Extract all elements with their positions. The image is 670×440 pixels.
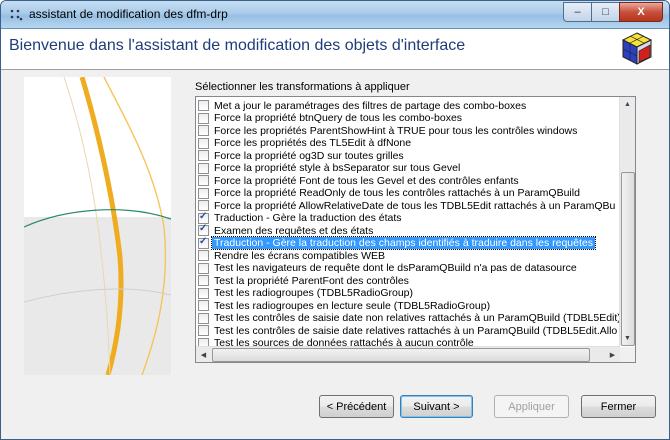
item-checkbox[interactable] <box>198 125 209 136</box>
item-checkbox[interactable] <box>198 137 209 149</box>
decorative-curves <box>24 77 171 375</box>
item-checkbox[interactable] <box>198 287 209 299</box>
horizontal-scroll-thumb[interactable] <box>212 348 590 362</box>
app-icon <box>10 9 23 21</box>
scroll-corner <box>620 347 635 362</box>
scroll-up-icon[interactable]: ▲ <box>620 97 635 112</box>
item-checkbox[interactable] <box>198 325 209 336</box>
item-checkbox[interactable] <box>198 150 209 161</box>
wizard-window: assistant de modification des dfm-drp – … <box>0 0 670 440</box>
list-item[interactable]: Rendre les écrans compatibles WEB <box>198 249 385 262</box>
transformations-checklist[interactable]: Met a jour le paramétrages des filtres d… <box>195 96 636 363</box>
item-label: Force la propriété og3D sur toutes grill… <box>214 149 404 162</box>
list-item[interactable]: Test les radiogroupes (TDBL5RadioGroup) <box>198 287 413 300</box>
list-item[interactable]: Traduction - Gère la traduction des cham… <box>198 236 596 250</box>
list-item[interactable]: Test les navigateurs de requête dont le … <box>198 262 577 275</box>
item-label: Test les contrôles de saisie date relati… <box>214 324 618 337</box>
item-checkbox[interactable] <box>198 300 209 311</box>
list-item[interactable]: Test la propriété ParentFont des contrôl… <box>198 274 409 287</box>
maximize-button[interactable]: □ <box>591 2 620 22</box>
item-checkbox[interactable] <box>198 262 209 274</box>
item-checkbox[interactable] <box>198 236 209 249</box>
scroll-down-icon[interactable]: ▼ <box>620 331 635 346</box>
window-controls: – □ X <box>563 2 663 22</box>
item-label: Met a jour le paramétrages des filtres d… <box>214 99 527 112</box>
item-checkbox[interactable] <box>198 162 209 174</box>
close-icon: X <box>637 6 645 18</box>
cube-logo-icon <box>621 32 653 65</box>
item-checkbox[interactable] <box>198 100 209 111</box>
list-item[interactable]: Traduction - Gère la traduction des état… <box>198 211 402 225</box>
close-window-button[interactable]: X <box>619 2 663 22</box>
vertical-scrollbar[interactable]: ▲ ▼ <box>619 97 635 346</box>
item-checkbox[interactable] <box>198 187 209 199</box>
item-checkbox[interactable] <box>198 211 209 224</box>
header-title: Bienvenue dans l'assistant de modificati… <box>9 37 466 54</box>
list-item[interactable]: Met a jour le paramétrages des filtres d… <box>198 99 526 112</box>
previous-button[interactable]: < Précédent <box>319 395 394 418</box>
item-label: Test les navigateurs de requête dont le … <box>214 262 577 274</box>
list-item[interactable]: Force la propriété ReadOnly de tous les … <box>198 187 580 200</box>
vertical-scroll-thumb[interactable] <box>621 172 635 346</box>
list-item[interactable]: Test les contrôles de saisie date relati… <box>198 324 617 337</box>
item-label: Test la propriété ParentFont des contrôl… <box>214 274 409 287</box>
item-label: Traduction - Gère la traduction des état… <box>214 212 402 224</box>
item-checkbox[interactable] <box>198 275 209 286</box>
item-label: Rendre les écrans compatibles WEB <box>214 249 385 262</box>
item-label: Force la propriété AllowRelativeDate de … <box>214 199 616 212</box>
window-title: assistant de modification des dfm-drp <box>29 7 228 21</box>
item-label: Force les propriétés ParentShowHint à TR… <box>214 124 578 137</box>
maximize-icon: □ <box>602 6 609 18</box>
list-item[interactable]: Force la propriété AllowRelativeDate de … <box>198 199 615 212</box>
item-checkbox[interactable] <box>198 200 209 211</box>
item-checkbox[interactable] <box>198 175 209 186</box>
item-label: Force les propriétés des TL5Edit à dfNon… <box>214 137 412 149</box>
close-button[interactable]: Fermer <box>581 395 656 418</box>
list-item[interactable]: Test les contrôles de saisie date non re… <box>198 312 621 325</box>
horizontal-scrollbar[interactable]: ◀ ▶ <box>196 346 620 362</box>
item-label: Test les radiogroupes en lecture seule (… <box>214 299 491 312</box>
wizard-header: Bienvenue dans l'assistant de modificati… <box>1 29 669 70</box>
item-label: Force la propriété ReadOnly de tous les … <box>214 187 580 199</box>
wizard-side-image <box>24 77 171 375</box>
scroll-left-icon[interactable]: ◀ <box>196 347 211 362</box>
item-label: Force la propriété style à bsSeparator s… <box>214 162 461 174</box>
apply-button[interactable]: Appliquer <box>494 395 569 418</box>
list-item[interactable]: Force les propriétés des TL5Edit à dfNon… <box>198 137 411 150</box>
minimize-icon: – <box>574 6 581 18</box>
item-label: Test les contrôles de saisie date non re… <box>214 312 621 324</box>
next-button[interactable]: Suivant > <box>400 395 473 418</box>
list-item[interactable]: Test les radiogroupes en lecture seule (… <box>198 299 490 312</box>
item-label: Examen des requêtes et des états <box>214 224 374 237</box>
list-item[interactable]: Force la propriété btnQuery de tous les … <box>198 112 462 125</box>
item-checkbox[interactable] <box>198 312 209 324</box>
minimize-button[interactable]: – <box>563 2 592 22</box>
scroll-right-icon[interactable]: ▶ <box>605 347 620 362</box>
list-item[interactable]: Force la propriété style à bsSeparator s… <box>198 162 460 175</box>
list-item[interactable]: Examen des requêtes et des états <box>198 223 374 237</box>
list-caption: Sélectionner les transformations à appli… <box>195 81 410 93</box>
item-checkbox[interactable] <box>198 112 209 124</box>
item-checkbox[interactable] <box>198 250 209 261</box>
item-checkbox[interactable] <box>198 223 209 236</box>
title-bar[interactable]: assistant de modification des dfm-drp – … <box>1 1 669 29</box>
item-label: Test les radiogroupes (TDBL5RadioGroup) <box>214 287 414 299</box>
list-item[interactable]: Force la propriété Font de tous les Geve… <box>198 174 519 187</box>
list-item[interactable]: Force les propriétés ParentShowHint à TR… <box>198 124 577 137</box>
item-label: Force la propriété Font de tous les Geve… <box>214 174 519 187</box>
item-label: Force la propriété btnQuery de tous les … <box>214 112 463 124</box>
item-label: Traduction - Gère la traduction des cham… <box>211 236 596 250</box>
list-item[interactable]: Force la propriété og3D sur toutes grill… <box>198 149 404 162</box>
